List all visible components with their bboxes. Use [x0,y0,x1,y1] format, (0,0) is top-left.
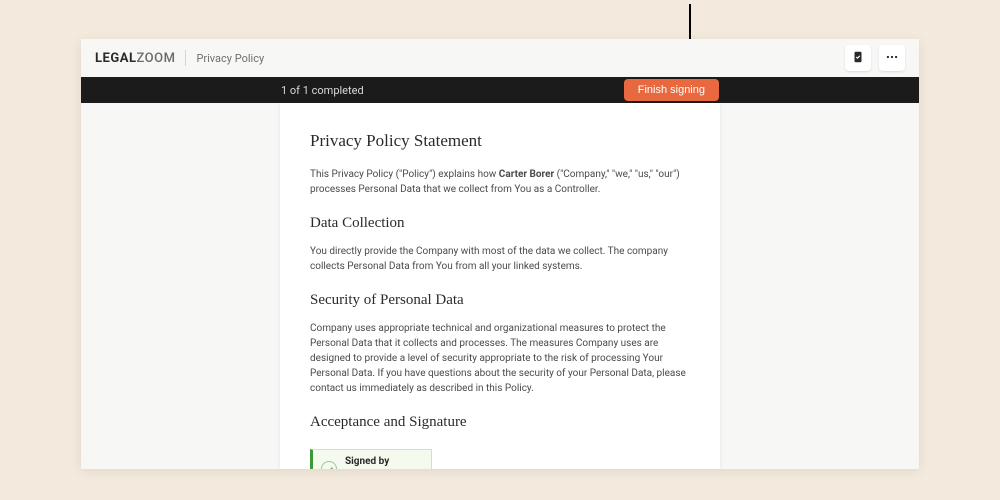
logo-main: LEGAL [95,51,136,66]
check-circle-icon [321,461,337,469]
signature-block[interactable]: Signed by Richard Shaw [310,449,432,469]
signer-name: Richard Shaw [345,467,413,469]
clipboard-button[interactable] [845,45,871,71]
more-menu-button[interactable] [879,45,905,71]
doc-intro-paragraph: This Privacy Policy ("Policy") explains … [310,167,690,197]
doc-paragraph-security: Company uses appropriate technical and o… [310,321,690,396]
brand-logo: LEGALZOOM [95,51,175,66]
status-bar: 1 of 1 completed Finish signing [81,77,919,103]
logo-sub: ZOOM [136,51,175,66]
doc-title: Privacy Policy Statement [310,131,690,151]
completion-status: 1 of 1 completed [281,84,364,97]
doc-paragraph-data-collection: You directly provide the Company with mo… [310,244,690,274]
doc-heading-acceptance: Acceptance and Signature [310,414,690,431]
document-page: Privacy Policy Statement This Privacy Po… [280,103,720,469]
ellipsis-icon [885,49,899,68]
clipboard-check-icon [851,49,865,68]
document-area: Privacy Policy Statement This Privacy Po… [81,103,919,469]
topbar: LEGALZOOM Privacy Policy [81,39,919,77]
breadcrumb: Privacy Policy [196,52,264,65]
signed-by-label: Signed by [345,456,413,467]
finish-signing-button[interactable]: Finish signing [624,79,719,101]
doc-heading-security: Security of Personal Data [310,292,690,309]
doc-heading-data-collection: Data Collection [310,215,690,232]
app-window: LEGALZOOM Privacy Policy 1 of 1 complete… [81,39,919,469]
topbar-divider [185,50,186,66]
